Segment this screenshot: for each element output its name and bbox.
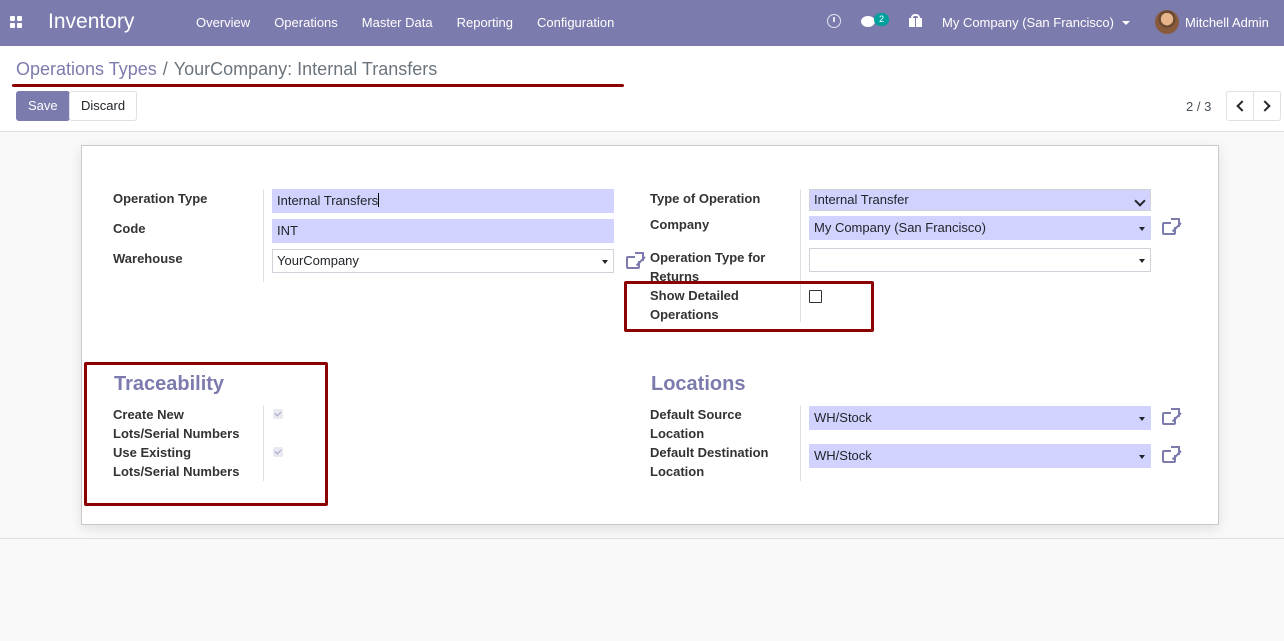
operation-type-input[interactable]: Internal Transfers bbox=[272, 189, 614, 213]
save-button[interactable]: Save bbox=[16, 91, 70, 121]
chevron-right-icon bbox=[1259, 100, 1271, 112]
control-panel: Operations Types / YourCompany: Internal T… bbox=[0, 46, 1284, 132]
chat-icon[interactable] bbox=[861, 16, 875, 27]
menu-item-configuration[interactable]: Configuration bbox=[537, 15, 614, 30]
locations-separator bbox=[800, 405, 801, 481]
apps-menu-icon[interactable] bbox=[10, 16, 22, 28]
user-menu[interactable]: Mitchell Admin bbox=[1185, 15, 1269, 30]
highlight-box-traceability bbox=[84, 362, 328, 506]
return-type-select[interactable] bbox=[809, 248, 1151, 272]
code-input[interactable]: INT bbox=[272, 219, 614, 243]
breadcrumb-separator: / bbox=[162, 59, 168, 79]
pager-previous-button[interactable] bbox=[1226, 91, 1254, 121]
caret-down-icon bbox=[1121, 21, 1130, 25]
breadcrumb: Operations Types / YourCompany: Internal T… bbox=[16, 59, 437, 80]
label-code: Code bbox=[113, 221, 146, 236]
label-operation-type: Operation Type bbox=[113, 191, 208, 206]
pager-value: 2 / 3 bbox=[1186, 99, 1212, 114]
default-source-location-value: WH/Stock bbox=[814, 410, 872, 425]
discard-button[interactable]: Discard bbox=[69, 91, 138, 121]
user-avatar[interactable] bbox=[1155, 10, 1179, 34]
breadcrumb-operations-types[interactable]: Operations Types bbox=[16, 59, 157, 79]
text-cursor bbox=[378, 193, 380, 207]
pager-next-button[interactable] bbox=[1253, 91, 1281, 121]
highlight-box-show-detailed bbox=[624, 281, 874, 332]
section-title-locations: Locations bbox=[651, 373, 746, 395]
external-link-icon[interactable] bbox=[1162, 446, 1182, 464]
default-destination-location-value: WH/Stock bbox=[814, 448, 872, 463]
activity-clock-icon[interactable] bbox=[827, 14, 841, 28]
chevron-left-icon bbox=[1236, 100, 1248, 112]
label-default-destination-location: Default Destination Location bbox=[650, 445, 769, 479]
highlight-underline bbox=[12, 84, 624, 87]
left-group-separator bbox=[263, 189, 264, 282]
external-link-icon[interactable] bbox=[1162, 218, 1182, 236]
main-menu: Overview Operations Master Data Reportin… bbox=[196, 15, 638, 30]
message-count-badge: 2 bbox=[874, 13, 889, 26]
default-destination-location-select[interactable]: WH/Stock bbox=[809, 444, 1151, 468]
company-switcher-label: My Company (San Francisco) bbox=[942, 15, 1114, 30]
default-source-location-select[interactable]: WH/Stock bbox=[809, 406, 1151, 430]
label-default-source-location: Default Source Location bbox=[650, 407, 742, 441]
company-value: My Company (San Francisco) bbox=[814, 220, 986, 235]
top-navbar: Inventory Overview Operations Master Dat… bbox=[0, 0, 1284, 46]
label-type-of-operation: Type of Operation bbox=[650, 191, 761, 206]
warehouse-select[interactable]: YourCompany bbox=[272, 249, 614, 273]
type-of-operation-value: Internal Transfer bbox=[814, 192, 909, 207]
external-link-icon[interactable] bbox=[626, 252, 646, 270]
label-warehouse: Warehouse bbox=[113, 251, 183, 266]
menu-item-overview[interactable]: Overview bbox=[196, 15, 250, 30]
menu-item-reporting[interactable]: Reporting bbox=[457, 15, 513, 30]
company-switcher[interactable]: My Company (San Francisco) bbox=[942, 15, 1130, 30]
operation-type-value: Internal Transfers bbox=[277, 193, 379, 208]
app-title[interactable]: Inventory bbox=[48, 10, 134, 34]
label-company: Company bbox=[650, 217, 710, 232]
external-link-icon[interactable] bbox=[1162, 408, 1182, 426]
company-select[interactable]: My Company (San Francisco) bbox=[809, 216, 1151, 240]
warehouse-value: YourCompany bbox=[277, 253, 359, 268]
type-of-operation-select[interactable]: Internal Transfer bbox=[809, 189, 1151, 211]
menu-item-master-data[interactable]: Master Data bbox=[362, 15, 433, 30]
breadcrumb-current: YourCompany: Internal Transfers bbox=[173, 59, 438, 79]
menu-item-operations[interactable]: Operations bbox=[274, 15, 338, 30]
gift-icon[interactable] bbox=[909, 14, 922, 27]
